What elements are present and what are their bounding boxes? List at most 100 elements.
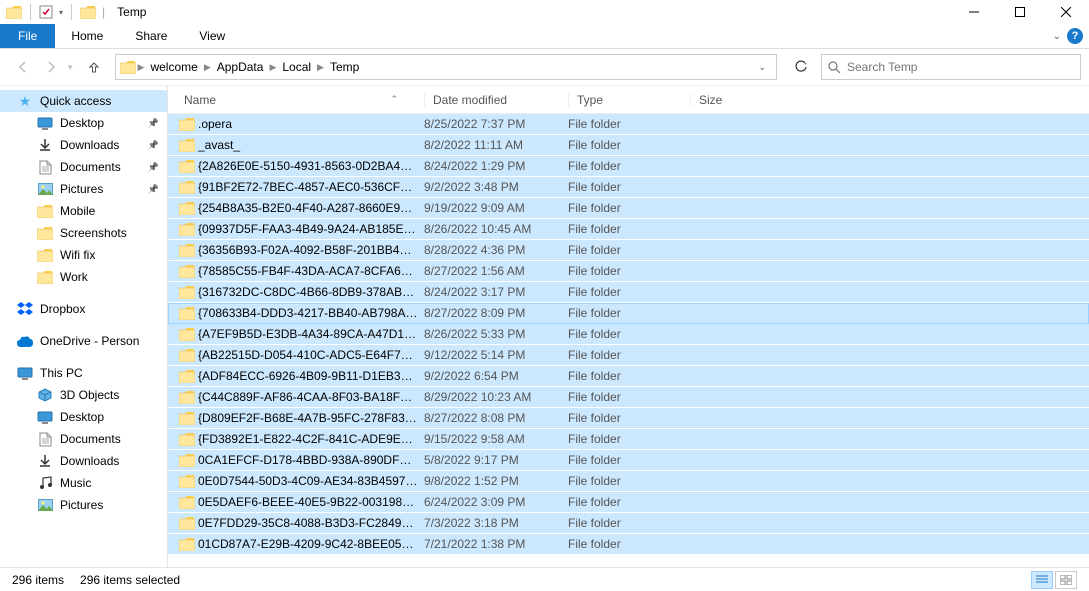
file-list[interactable]: .opera8/25/2022 7:37 PMFile folder_avast… bbox=[168, 114, 1089, 567]
sidebar-item-mobile[interactable]: Mobile bbox=[0, 200, 167, 222]
sidebar-label: Quick access bbox=[40, 94, 111, 108]
file-row[interactable]: {91BF2E72-7BEC-4857-AEC0-536CFEC3EB...9/… bbox=[168, 177, 1089, 198]
file-row[interactable]: {ADF84ECC-6926-4B09-9B11-D1EB313BF...9/2… bbox=[168, 366, 1089, 387]
pin-icon: 📌 bbox=[148, 162, 159, 173]
file-date: 8/24/2022 3:17 PM bbox=[424, 285, 568, 299]
history-dropdown-icon[interactable]: ▾ bbox=[68, 62, 73, 73]
pictures-icon bbox=[36, 183, 54, 195]
file-row[interactable]: {D809EF2F-B68E-4A7B-95FC-278F833D34...8/… bbox=[168, 408, 1089, 429]
file-row[interactable]: {AB22515D-D054-410C-ADC5-E64F77F65...9/1… bbox=[168, 345, 1089, 366]
file-date: 7/3/2022 3:18 PM bbox=[424, 516, 568, 530]
column-type[interactable]: Type bbox=[568, 93, 690, 107]
chevron-right-icon[interactable]: ▶ bbox=[202, 62, 213, 73]
file-row[interactable]: 0E0D7544-50D3-4C09-AE34-83B4597DA6E59/8/… bbox=[168, 471, 1089, 492]
file-type: File folder bbox=[568, 285, 690, 299]
documents-icon bbox=[36, 160, 54, 175]
file-date: 8/24/2022 1:29 PM bbox=[424, 159, 568, 173]
sidebar-item-label: Pictures bbox=[60, 182, 103, 196]
file-row[interactable]: {78585C55-FB4F-43DA-ACA7-8CFA64E5B...8/2… bbox=[168, 261, 1089, 282]
navigation-pane[interactable]: ★ Quick access Desktop📌Downloads📌Documen… bbox=[0, 86, 168, 567]
file-row[interactable]: {254B8A35-B2E0-4F40-A287-8660E9469B0...9… bbox=[168, 198, 1089, 219]
refresh-button[interactable] bbox=[787, 54, 815, 80]
sidebar-item-wifi-fix[interactable]: Wifi fix bbox=[0, 244, 167, 266]
up-button[interactable] bbox=[83, 56, 105, 78]
sidebar-this-pc[interactable]: This PC bbox=[0, 362, 167, 384]
chevron-right-icon[interactable]: ▶ bbox=[136, 62, 147, 73]
close-button[interactable] bbox=[1043, 0, 1089, 24]
file-row[interactable]: .opera8/25/2022 7:37 PMFile folder bbox=[168, 114, 1089, 135]
column-date[interactable]: Date modified bbox=[424, 93, 568, 107]
file-row[interactable]: 01CD87A7-E29B-4209-9C42-8BEE05AA82547/21… bbox=[168, 534, 1089, 555]
breadcrumb-welcome[interactable]: welcome bbox=[146, 60, 201, 74]
file-row[interactable]: {36356B93-F02A-4092-B58F-201BB4857E6...8… bbox=[168, 240, 1089, 261]
sidebar-item-music[interactable]: Music bbox=[0, 472, 167, 494]
back-button[interactable] bbox=[12, 56, 34, 78]
sidebar-item-screenshots[interactable]: Screenshots bbox=[0, 222, 167, 244]
sidebar-item-desktop[interactable]: Desktop bbox=[0, 406, 167, 428]
sidebar-dropbox[interactable]: Dropbox bbox=[0, 298, 167, 320]
breadcrumb-local[interactable]: Local bbox=[278, 60, 315, 74]
file-row[interactable]: _avast_8/2/2022 11:11 AMFile folder bbox=[168, 135, 1089, 156]
file-row[interactable]: {708633B4-DDD3-4217-BB40-AB798A0E8...8/2… bbox=[168, 303, 1089, 324]
tab-view[interactable]: View bbox=[183, 24, 241, 48]
sidebar-item-downloads[interactable]: Downloads📌 bbox=[0, 134, 167, 156]
file-row[interactable]: {FD3892E1-E822-4C2F-841C-ADE9E5BB9...9/1… bbox=[168, 429, 1089, 450]
search-input[interactable] bbox=[847, 60, 1074, 74]
sidebar-quick-access[interactable]: ★ Quick access bbox=[0, 90, 167, 112]
folder-icon bbox=[176, 454, 198, 467]
folder-icon bbox=[176, 370, 198, 383]
forward-button[interactable] bbox=[40, 56, 62, 78]
sidebar-item-pictures[interactable]: Pictures📌 bbox=[0, 178, 167, 200]
folder-icon bbox=[176, 202, 198, 215]
address-bar[interactable]: ▶ welcome ▶ AppData ▶ Local ▶ Temp ⌄ bbox=[115, 54, 777, 80]
column-size[interactable]: Size bbox=[690, 93, 764, 107]
file-row[interactable]: {C44C889F-AF86-4CAA-8F03-BA18F198B...8/2… bbox=[168, 387, 1089, 408]
chevron-right-icon[interactable]: ▶ bbox=[267, 62, 278, 73]
column-name[interactable]: Name ⌃ bbox=[176, 93, 424, 107]
breadcrumb-appdata[interactable]: AppData bbox=[213, 60, 268, 74]
sidebar-item-3d-objects[interactable]: 3D Objects bbox=[0, 384, 167, 406]
file-name: {91BF2E72-7BEC-4857-AEC0-536CFEC3EB... bbox=[198, 180, 424, 194]
file-tab[interactable]: File bbox=[0, 24, 55, 48]
address-dropdown-icon[interactable]: ⌄ bbox=[752, 62, 772, 73]
folder-icon bbox=[36, 249, 54, 262]
file-date: 8/28/2022 4:36 PM bbox=[424, 243, 568, 257]
maximize-button[interactable] bbox=[997, 0, 1043, 24]
tab-home[interactable]: Home bbox=[55, 24, 119, 48]
file-name: 0E0D7544-50D3-4C09-AE34-83B4597DA6E5 bbox=[198, 474, 424, 488]
file-row[interactable]: {09937D5F-FAA3-4B49-9A24-AB185EB4E0...8/… bbox=[168, 219, 1089, 240]
sidebar-item-work[interactable]: Work bbox=[0, 266, 167, 288]
file-type: File folder bbox=[568, 180, 690, 194]
icons-view-button[interactable] bbox=[1055, 571, 1077, 589]
file-date: 7/21/2022 1:38 PM bbox=[424, 537, 568, 551]
sidebar-item-downloads[interactable]: Downloads bbox=[0, 450, 167, 472]
sidebar-item-documents[interactable]: Documents📌 bbox=[0, 156, 167, 178]
sidebar-onedrive[interactable]: OneDrive - Person bbox=[0, 330, 167, 352]
search-box[interactable] bbox=[821, 54, 1081, 80]
chevron-right-icon[interactable]: ▶ bbox=[315, 62, 326, 73]
file-row[interactable]: {2A826E0E-5150-4931-8563-0D2BA40A61...8/… bbox=[168, 156, 1089, 177]
file-row[interactable]: {316732DC-C8DC-4B66-8DB9-378ABA684...8/2… bbox=[168, 282, 1089, 303]
file-date: 9/2/2022 6:54 PM bbox=[424, 369, 568, 383]
qat-dropdown-icon[interactable]: ▾ bbox=[59, 8, 63, 17]
file-row[interactable]: 0CA1EFCF-D178-4BBD-938A-890DFBB1A...5/8/… bbox=[168, 450, 1089, 471]
file-row[interactable]: 0E5DAEF6-BEEE-40E5-9B22-003198061C036/24… bbox=[168, 492, 1089, 513]
sidebar-item-documents[interactable]: Documents bbox=[0, 428, 167, 450]
onedrive-icon bbox=[16, 336, 34, 347]
sidebar-item-pictures[interactable]: Pictures bbox=[0, 494, 167, 516]
sidebar-item-desktop[interactable]: Desktop📌 bbox=[0, 112, 167, 134]
folder-icon bbox=[36, 271, 54, 284]
help-button[interactable]: ? bbox=[1067, 28, 1083, 44]
qat-save-icon[interactable] bbox=[39, 5, 53, 19]
ribbon-expand-icon[interactable]: ⌄ bbox=[1053, 31, 1061, 42]
pin-icon: 📌 bbox=[148, 140, 159, 151]
minimize-button[interactable] bbox=[951, 0, 997, 24]
file-name: {A7EF9B5D-E3DB-4A34-89CA-A47D1FCB... bbox=[198, 327, 424, 341]
breadcrumb-temp[interactable]: Temp bbox=[326, 60, 363, 74]
folder-icon bbox=[176, 244, 198, 257]
downloads-icon bbox=[36, 454, 54, 468]
file-row[interactable]: {A7EF9B5D-E3DB-4A34-89CA-A47D1FCB...8/26… bbox=[168, 324, 1089, 345]
file-row[interactable]: 0E7FDD29-35C8-4088-B3D3-FC2849518B047/3/… bbox=[168, 513, 1089, 534]
details-view-button[interactable] bbox=[1031, 571, 1053, 589]
tab-share[interactable]: Share bbox=[119, 24, 183, 48]
